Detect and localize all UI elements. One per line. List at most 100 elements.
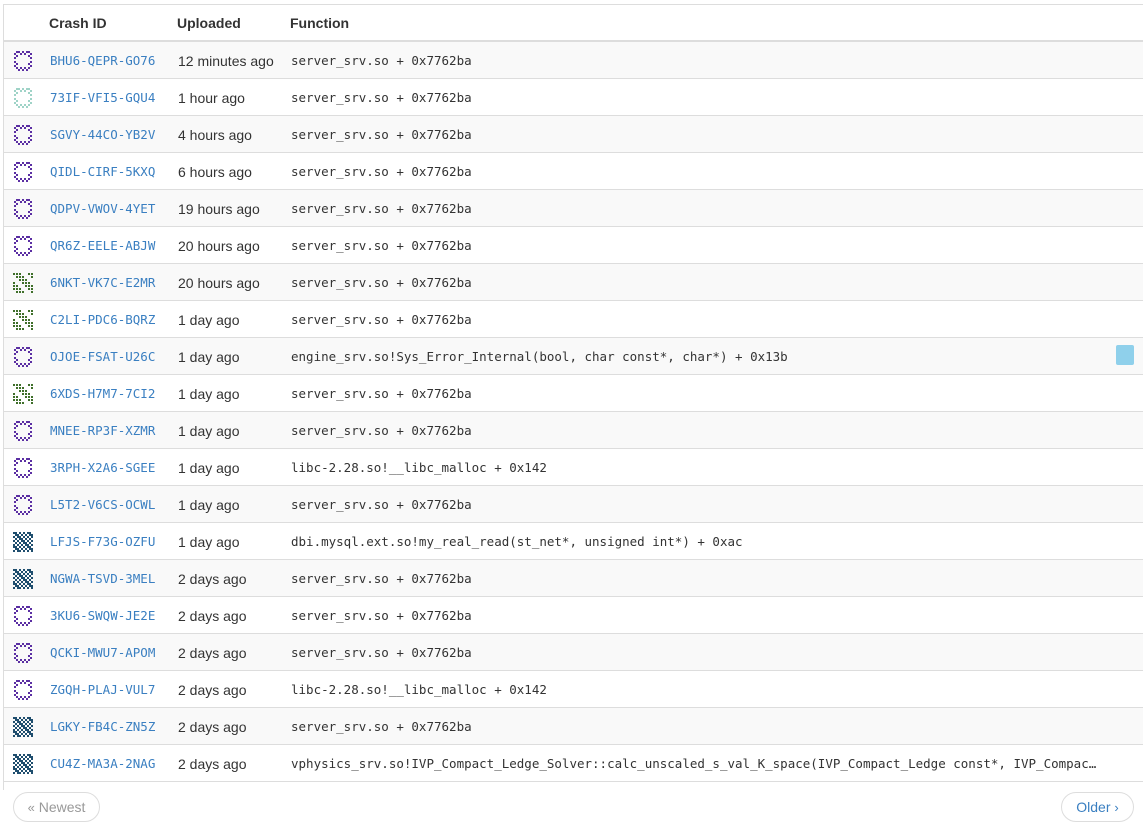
function-signature: server_srv.so + 0x7762ba bbox=[291, 386, 472, 401]
header-crash-id: Crash ID bbox=[49, 15, 107, 31]
crash-id-link[interactable]: LFJS-F73G-OZFU bbox=[50, 534, 155, 549]
function-signature: server_srv.so + 0x7762ba bbox=[291, 312, 472, 327]
table-row[interactable]: LFJS-F73G-OZFU 1 day ago dbi.mysql.ext.so!… bbox=[4, 523, 1143, 560]
table-row[interactable]: QIDL-CIRF-5KXQ 6 hours ago server_srv.so +… bbox=[4, 153, 1143, 190]
older-button[interactable]: Older › bbox=[1061, 792, 1134, 822]
crash-avatar-icon bbox=[13, 643, 33, 663]
table-row[interactable]: LGKY-FB4C-ZN5Z 2 days ago server_srv.so + … bbox=[4, 708, 1143, 745]
function-signature: vphysics_srv.so!IVP_Compact_Ledge_Solver… bbox=[291, 756, 1097, 771]
newest-label: Newest bbox=[38, 799, 86, 815]
crash-avatar-icon bbox=[13, 606, 33, 626]
table-row[interactable]: C2LI-PDC6-BQRZ 1 day ago server_srv.so + 0… bbox=[4, 301, 1143, 338]
crash-id-link[interactable]: NGWA-TSVD-3MEL bbox=[50, 571, 155, 586]
crash-id-link[interactable]: LGKY-FB4C-ZN5Z bbox=[50, 719, 155, 734]
table-row[interactable]: 6XDS-H7M7-7CI2 1 day ago server_srv.so + 0… bbox=[4, 375, 1143, 412]
crash-avatar-icon bbox=[13, 236, 33, 256]
header-function: Function bbox=[290, 15, 350, 31]
crash-avatar-icon bbox=[13, 421, 33, 441]
crash-id-link[interactable]: QIDL-CIRF-5KXQ bbox=[50, 164, 155, 179]
table-row[interactable]: BHU6-QEPR-GO76 12 minutes ago server_srv.s… bbox=[4, 42, 1143, 79]
crash-id-link[interactable]: 6XDS-H7M7-7CI2 bbox=[50, 386, 155, 401]
crash-id-link[interactable]: BHU6-QEPR-GO76 bbox=[50, 53, 155, 68]
function-signature: server_srv.so + 0x7762ba bbox=[291, 423, 472, 438]
table-row[interactable]: 6NKT-VK7C-E2MR 20 hours ago server_srv.so … bbox=[4, 264, 1143, 301]
function-signature: dbi.mysql.ext.so!my_real_read(st_net*, u… bbox=[291, 534, 743, 549]
table-row[interactable]: L5T2-V6CS-OCWL 1 day ago server_srv.so + 0… bbox=[4, 486, 1143, 523]
crash-id-link[interactable]: 6NKT-VK7C-E2MR bbox=[50, 275, 155, 290]
crash-id-link[interactable]: ZGQH-PLAJ-VUL7 bbox=[50, 682, 155, 697]
function-signature: server_srv.so + 0x7762ba bbox=[291, 238, 472, 253]
crash-avatar-icon bbox=[13, 569, 33, 589]
table-row[interactable]: 73IF-VFI5-GQU4 1 hour ago server_srv.so + … bbox=[4, 79, 1143, 116]
crash-id-link[interactable]: C2LI-PDC6-BQRZ bbox=[50, 312, 155, 327]
crash-avatar-icon bbox=[13, 532, 33, 552]
table-row[interactable]: 3KU6-SWQW-JE2E 2 days ago server_srv.so + … bbox=[4, 597, 1143, 634]
uploaded-time: 1 day ago bbox=[178, 423, 240, 439]
uploaded-time: 20 hours ago bbox=[178, 238, 260, 254]
uploaded-time: 2 days ago bbox=[178, 682, 247, 698]
crash-id-link[interactable]: 73IF-VFI5-GQU4 bbox=[50, 90, 155, 105]
function-signature: libc-2.28.so!__libc_malloc + 0x142 bbox=[291, 460, 547, 475]
crash-avatar-icon bbox=[13, 199, 33, 219]
table-row[interactable]: QCKI-MWU7-APOM 2 days ago server_srv.so + … bbox=[4, 634, 1143, 671]
crash-list-panel: Crash ID Uploaded Function BHU6-QEPR-GO7… bbox=[3, 4, 1143, 790]
crash-avatar-icon bbox=[13, 310, 33, 330]
crash-avatar-icon bbox=[13, 458, 33, 478]
crash-id-link[interactable]: CU4Z-MA3A-2NAG bbox=[50, 756, 155, 771]
chevron-right-icon: › bbox=[1114, 800, 1119, 815]
uploaded-time: 1 day ago bbox=[178, 534, 240, 550]
crash-avatar-icon bbox=[13, 273, 33, 293]
status-marker bbox=[1116, 345, 1134, 365]
crash-id-link[interactable]: 3KU6-SWQW-JE2E bbox=[50, 608, 155, 623]
function-signature: server_srv.so + 0x7762ba bbox=[291, 53, 472, 68]
crash-avatar-icon bbox=[13, 680, 33, 700]
newest-button[interactable]: « Newest bbox=[13, 792, 100, 822]
function-signature: server_srv.so + 0x7762ba bbox=[291, 645, 472, 660]
crash-avatar-icon bbox=[13, 88, 33, 108]
function-signature: server_srv.so + 0x7762ba bbox=[291, 275, 472, 290]
uploaded-time: 1 day ago bbox=[178, 497, 240, 513]
crash-table-body: BHU6-QEPR-GO76 12 minutes ago server_srv.s… bbox=[4, 42, 1143, 782]
table-row[interactable]: MNEE-RP3F-XZMR 1 day ago server_srv.so + 0… bbox=[4, 412, 1143, 449]
crash-id-link[interactable]: QDPV-VWOV-4YET bbox=[50, 201, 155, 216]
crash-avatar-icon bbox=[13, 754, 33, 774]
crash-avatar-icon bbox=[13, 125, 33, 145]
crash-avatar-icon bbox=[13, 384, 33, 404]
uploaded-time: 1 hour ago bbox=[178, 90, 245, 106]
uploaded-time: 6 hours ago bbox=[178, 164, 252, 180]
table-row[interactable]: CU4Z-MA3A-2NAG 2 days ago vphysics_srv.so!… bbox=[4, 745, 1143, 782]
uploaded-time: 12 minutes ago bbox=[178, 53, 274, 69]
table-row[interactable]: QR6Z-EELE-ABJW 20 hours ago server_srv.so … bbox=[4, 227, 1143, 264]
older-label: Older bbox=[1076, 799, 1111, 815]
function-signature: server_srv.so + 0x7762ba bbox=[291, 608, 472, 623]
crash-id-link[interactable]: MNEE-RP3F-XZMR bbox=[50, 423, 155, 438]
uploaded-time: 4 hours ago bbox=[178, 127, 252, 143]
function-signature: server_srv.so + 0x7762ba bbox=[291, 164, 472, 179]
crash-id-link[interactable]: QR6Z-EELE-ABJW bbox=[50, 238, 155, 253]
table-row[interactable]: NGWA-TSVD-3MEL 2 days ago server_srv.so + … bbox=[4, 560, 1143, 597]
table-header: Crash ID Uploaded Function bbox=[4, 5, 1143, 42]
uploaded-time: 1 day ago bbox=[178, 386, 240, 402]
crash-id-link[interactable]: 3RPH-X2A6-SGEE bbox=[50, 460, 155, 475]
table-row[interactable]: QDPV-VWOV-4YET 19 hours ago server_srv.so … bbox=[4, 190, 1143, 227]
table-row[interactable]: ZGQH-PLAJ-VUL7 2 days ago libc-2.28.so!__l… bbox=[4, 671, 1143, 708]
uploaded-time: 1 day ago bbox=[178, 312, 240, 328]
crash-id-link[interactable]: QCKI-MWU7-APOM bbox=[50, 645, 155, 660]
crash-id-link[interactable]: L5T2-V6CS-OCWL bbox=[50, 497, 155, 512]
uploaded-time: 1 day ago bbox=[178, 460, 240, 476]
table-row[interactable]: SGVY-44CO-YB2V 4 hours ago server_srv.so +… bbox=[4, 116, 1143, 153]
crash-id-link[interactable]: SGVY-44CO-YB2V bbox=[50, 127, 155, 142]
table-row[interactable]: OJOE-FSAT-U26C 1 day ago engine_srv.so!Sys… bbox=[4, 338, 1143, 375]
crash-avatar-icon bbox=[13, 162, 33, 182]
uploaded-time: 20 hours ago bbox=[178, 275, 260, 291]
function-signature: server_srv.so + 0x7762ba bbox=[291, 127, 472, 142]
function-signature: engine_srv.so!Sys_Error_Internal(bool, c… bbox=[291, 349, 788, 364]
uploaded-time: 2 days ago bbox=[178, 608, 247, 624]
crash-avatar-icon bbox=[13, 51, 33, 71]
function-signature: server_srv.so + 0x7762ba bbox=[291, 497, 472, 512]
crash-id-link[interactable]: OJOE-FSAT-U26C bbox=[50, 349, 155, 364]
uploaded-time: 1 day ago bbox=[178, 349, 240, 365]
uploaded-time: 2 days ago bbox=[178, 645, 247, 661]
crash-avatar-icon bbox=[13, 717, 33, 737]
table-row[interactable]: 3RPH-X2A6-SGEE 1 day ago libc-2.28.so!__li… bbox=[4, 449, 1143, 486]
